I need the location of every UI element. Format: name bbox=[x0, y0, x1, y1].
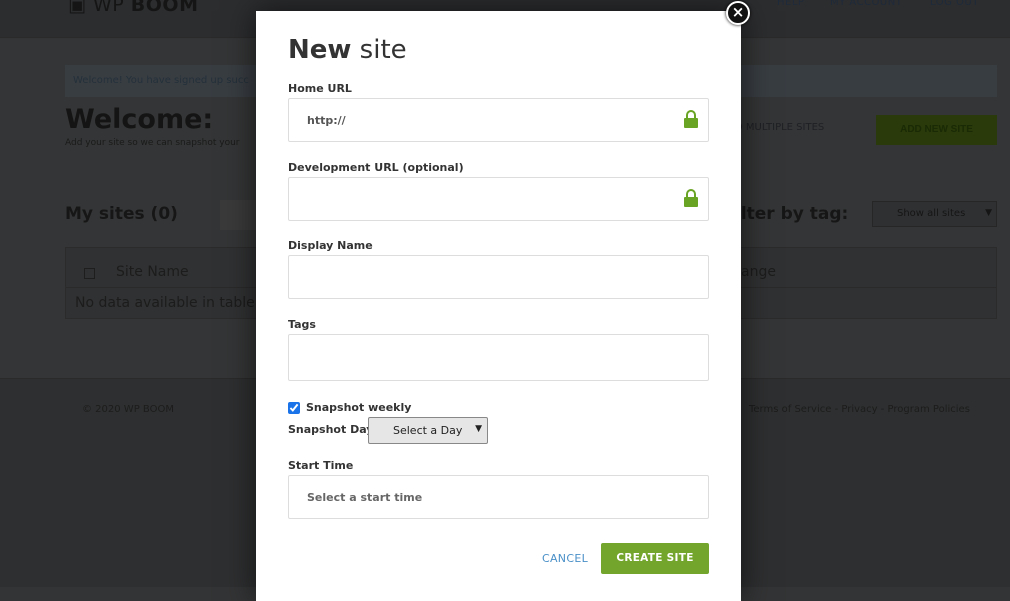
select-all-checkbox[interactable] bbox=[84, 268, 95, 279]
snapshot-day-select[interactable]: Select a Day ▼ bbox=[368, 417, 488, 444]
lock-icon bbox=[684, 189, 698, 207]
start-time-input[interactable]: Select a start time bbox=[288, 475, 709, 519]
modal-title: New site bbox=[288, 35, 407, 65]
add-multiple-sites-link[interactable]: D MULTIPLE SITES bbox=[735, 122, 824, 133]
snapshot-weekly-label: Snapshot weekly bbox=[306, 401, 412, 414]
nav-log-out[interactable]: LOG OUT bbox=[930, 0, 979, 8]
snapshot-weekly-checkbox[interactable] bbox=[288, 402, 300, 414]
snapshot-day-label: Snapshot Day bbox=[288, 423, 374, 436]
column-site-name[interactable]: Site Name bbox=[116, 264, 189, 280]
cancel-button[interactable]: CANCEL bbox=[542, 552, 588, 565]
new-site-modal: New site Home URL http:// Development UR… bbox=[256, 11, 741, 601]
my-sites-heading: My sites (0) bbox=[65, 204, 178, 224]
footer-links[interactable]: Terms of Service - Privacy - Program Pol… bbox=[749, 404, 970, 415]
column-change[interactable]: ange bbox=[741, 264, 776, 280]
tags-label: Tags bbox=[288, 318, 316, 331]
close-modal-button[interactable]: × bbox=[726, 1, 750, 25]
create-site-button[interactable]: CREATE SITE bbox=[601, 543, 709, 574]
add-new-site-button[interactable]: ADD NEW SITE bbox=[876, 115, 997, 145]
welcome-subtitle: Add your site so we can snapshot your bbox=[65, 138, 240, 148]
start-time-label: Start Time bbox=[288, 459, 354, 472]
lock-icon bbox=[684, 110, 698, 128]
display-name-input[interactable] bbox=[288, 255, 709, 299]
chevron-down-icon: ▼ bbox=[475, 424, 482, 434]
hidden-button[interactable] bbox=[220, 200, 260, 230]
close-icon: × bbox=[731, 3, 745, 21]
nav-help[interactable]: HELP bbox=[777, 0, 804, 8]
nav-my-account[interactable]: MY ACCOUNT bbox=[830, 0, 902, 8]
dev-url-input[interactable] bbox=[288, 177, 709, 221]
tag-filter-select[interactable]: Show all sites ▼ bbox=[872, 201, 997, 227]
tags-input[interactable] bbox=[288, 334, 709, 381]
camera-icon: ▣ bbox=[68, 0, 87, 16]
home-url-input[interactable]: http:// bbox=[288, 98, 709, 142]
logo[interactable]: ▣ WP BOOM bbox=[68, 0, 199, 16]
empty-table-message: No data available in table bbox=[75, 295, 255, 311]
welcome-heading: Welcome: bbox=[65, 104, 214, 135]
display-name-label: Display Name bbox=[288, 239, 373, 252]
dev-url-label: Development URL (optional) bbox=[288, 161, 464, 174]
copyright: © 2020 WP BOOM bbox=[82, 404, 174, 415]
chevron-down-icon: ▼ bbox=[985, 208, 992, 218]
home-url-label: Home URL bbox=[288, 82, 352, 95]
filter-label: ilter by tag: bbox=[735, 204, 849, 224]
